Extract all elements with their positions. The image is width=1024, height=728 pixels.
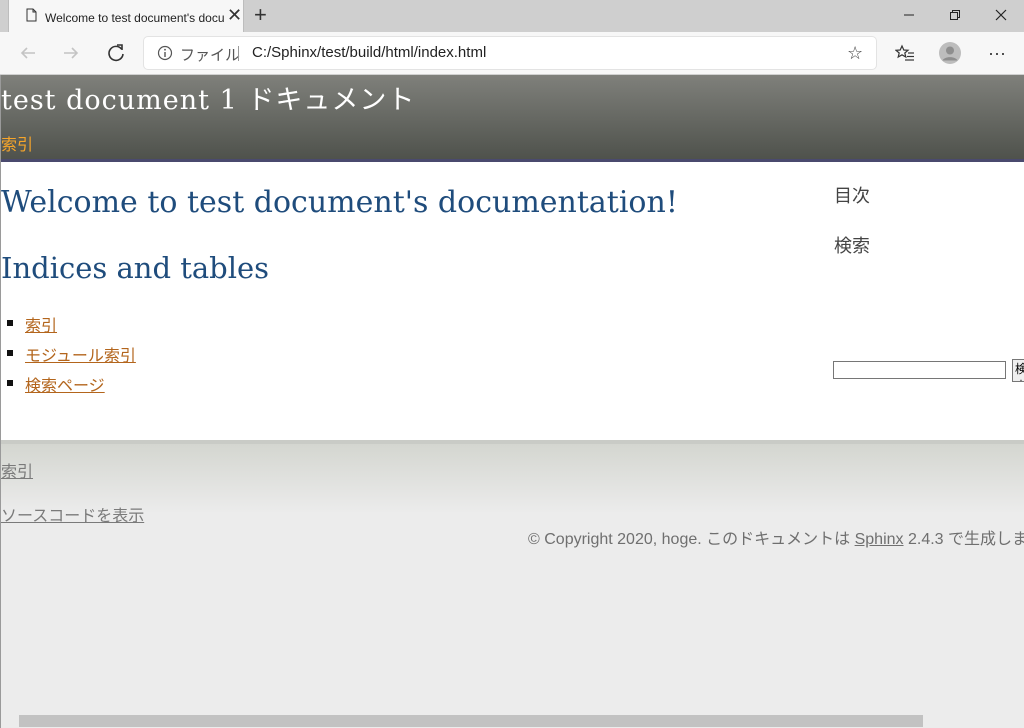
sidebar-toc-heading[interactable]: 目次 [834, 182, 870, 208]
new-tab-button[interactable]: + [254, 4, 267, 26]
profile-avatar-icon [939, 42, 961, 64]
sidebar-search-heading: 検索 [834, 236, 870, 257]
more-options-icon[interactable]: ··· [985, 41, 1009, 65]
sidebar-search-button[interactable]: 検索 [1012, 359, 1024, 382]
forward-arrow-icon [64, 47, 79, 59]
back-button[interactable] [16, 41, 40, 65]
section-heading: Indices and tables [1, 251, 270, 285]
page-icon [26, 8, 37, 22]
refresh-button[interactable] [104, 41, 128, 65]
refresh-icon [108, 44, 124, 62]
copyright-suffix: 2.4.3 で生成しました。 [907, 531, 1024, 548]
sphinx-header: test document 1 ドキュメント 索引 [1, 75, 1024, 162]
browser-toolbar: ファイル C:/Sphinx/test/build/html/index.htm… [0, 32, 1024, 75]
favorite-star-icon[interactable]: ☆ [847, 43, 863, 64]
document-body: Welcome to test document's documentation… [1, 162, 1024, 440]
list-item: 索引 [1, 312, 301, 336]
horizontal-scrollbar[interactable] [0, 712, 1024, 728]
address-scheme-label: ファイル [180, 47, 241, 64]
sphinx-link[interactable]: Sphinx [855, 531, 904, 548]
close-tab-icon[interactable]: ✕ [227, 5, 242, 25]
bullet-icon [7, 380, 13, 386]
close-icon [995, 9, 1007, 21]
close-window-button[interactable] [978, 0, 1024, 30]
modindex-link[interactable]: モジュール索引 [25, 342, 136, 366]
list-item: 検索ページ [1, 372, 301, 396]
browser-tab[interactable]: Welcome to test document's documentation… [8, 0, 244, 32]
restore-icon [950, 10, 960, 20]
copyright-text: © Copyright 2020, hoge. このドキュメントは Sphinx… [528, 525, 1024, 549]
list-item: モジュール索引 [1, 342, 301, 366]
address-separator [238, 46, 239, 61]
forward-button[interactable] [59, 41, 83, 65]
page-viewport: test document 1 ドキュメント 索引 Welcome to tes… [0, 75, 1024, 712]
bullet-icon [7, 350, 13, 356]
profile-button[interactable] [937, 41, 963, 65]
minimize-icon [904, 14, 914, 16]
header-index-link[interactable]: 索引 [1, 131, 33, 155]
bullet-icon [7, 320, 13, 326]
genindex-link[interactable]: 索引 [25, 312, 57, 336]
info-icon[interactable] [157, 45, 173, 61]
sidebar-search-input[interactable] [833, 361, 1006, 379]
browser-title-bar: Welcome to test document's documentation… [0, 0, 1024, 32]
restore-button[interactable] [932, 0, 978, 30]
site-title[interactable]: test document 1 ドキュメント [1, 78, 415, 117]
footer: 索引 ソースコードを表示 © Copyright 2020, hoge. このド… [1, 440, 1024, 712]
address-bar[interactable]: ファイル C:/Sphinx/test/build/html/index.htm… [144, 37, 876, 69]
search-page-link[interactable]: 検索ページ [25, 372, 105, 396]
show-source-link[interactable]: ソースコードを表示 [1, 502, 144, 526]
back-arrow-icon [20, 47, 35, 59]
page-title: Welcome to test document's documentation… [1, 185, 678, 220]
favorites-list-icon [895, 44, 914, 61]
favorites-button[interactable] [893, 41, 917, 65]
address-url[interactable]: C:/Sphinx/test/build/html/index.html [252, 44, 486, 61]
tab-title: Welcome to test document's documentation… [45, 11, 225, 25]
copyright-prefix: © Copyright 2020, hoge. このドキュメントは [528, 531, 851, 548]
minimize-button[interactable] [886, 0, 932, 30]
footer-index-link[interactable]: 索引 [1, 458, 33, 482]
scrollbar-thumb[interactable] [19, 715, 923, 727]
